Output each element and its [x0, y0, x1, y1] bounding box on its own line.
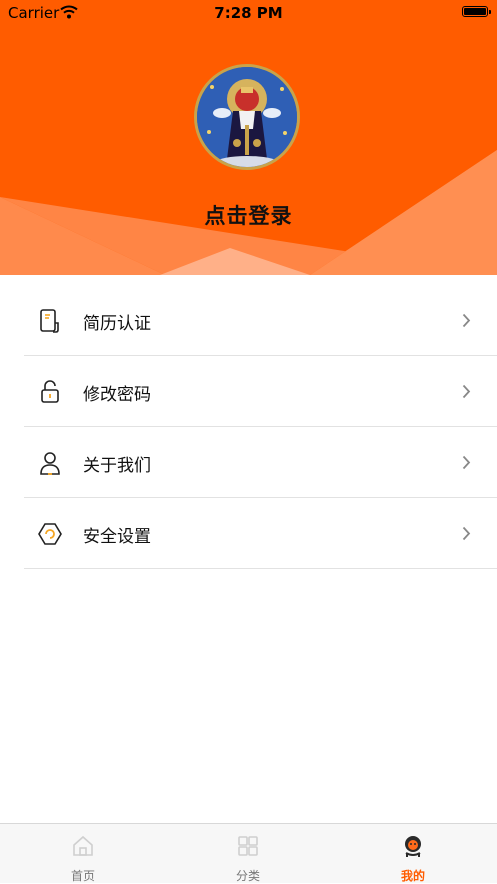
profile-header: 点击登录 [0, 0, 497, 275]
tab-category[interactable]: 分类 [188, 824, 308, 884]
menu-item-change-password[interactable]: 修改密码 [24, 356, 497, 427]
login-prompt[interactable]: 点击登录 [0, 200, 497, 230]
tab-label: 首页 [70, 869, 95, 883]
avatar[interactable] [194, 64, 300, 170]
tab-label: 我的 [400, 869, 425, 883]
resume-icon [37, 308, 63, 334]
clock: 7:28 PM [214, 4, 283, 22]
battery-icon [462, 6, 491, 17]
menu-item-label: 简历认证 [83, 314, 151, 334]
tab-bar: 首页 分类 我的 [0, 823, 497, 883]
menu-item-resume[interactable]: 简历认证 [24, 285, 497, 356]
chevron-right-icon [462, 313, 471, 332]
menu-item-label: 修改密码 [83, 385, 151, 405]
grid-icon [236, 834, 260, 858]
status-bar: Carrier 7:28 PM [0, 0, 497, 26]
home-icon [71, 834, 95, 858]
profile-icon [401, 834, 425, 858]
menu-item-label: 安全设置 [83, 527, 151, 547]
chevron-right-icon [462, 455, 471, 474]
tab-home[interactable]: 首页 [23, 824, 143, 884]
tab-label: 分类 [235, 869, 260, 883]
settings-menu: 简历认证 修改密码 关于我们 安全设置 [24, 285, 497, 569]
chevron-right-icon [462, 526, 471, 545]
menu-item-about-us[interactable]: 关于我们 [24, 427, 497, 498]
chevron-right-icon [462, 384, 471, 403]
user-icon [37, 450, 63, 476]
menu-item-label: 关于我们 [83, 456, 151, 476]
menu-item-security-settings[interactable]: 安全设置 [24, 498, 497, 569]
tab-mine[interactable]: 我的 [353, 824, 473, 884]
shield-hexagon-icon [37, 521, 63, 547]
avatar-image [197, 67, 297, 167]
lock-icon [37, 379, 63, 405]
